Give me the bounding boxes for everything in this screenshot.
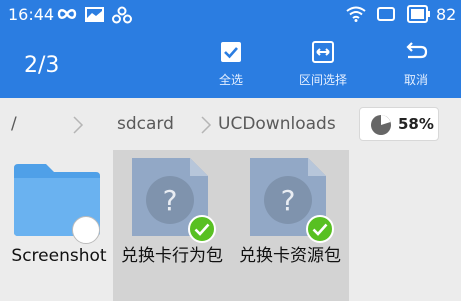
rotate-icon — [377, 7, 395, 21]
status-bar: 16:44 82 — [0, 0, 461, 30]
file-item-selected[interactable]: ? 兑换卡资源包 — [231, 150, 349, 301]
file-name: 兑换卡资源包 — [239, 246, 341, 266]
selection-count: 2/3 — [24, 53, 60, 78]
breadcrumb-root[interactable]: / — [11, 114, 17, 134]
battery-icon — [407, 5, 430, 23]
file-grid: Screenshot ? 兑换卡行为包 ? 兑换卡资源包 — [0, 150, 461, 301]
wifi-icon — [346, 6, 366, 22]
breadcrumb: / sdcard UCDownloads 58% — [0, 98, 461, 150]
select-all-icon — [221, 42, 241, 62]
storage-usage-button[interactable]: 58% — [359, 107, 439, 141]
checked-icon[interactable] — [306, 215, 334, 243]
network-icon — [112, 6, 132, 24]
range-select-button[interactable]: 区间选择 — [283, 38, 363, 92]
cancel-button[interactable]: 取消 — [376, 38, 456, 92]
checked-icon[interactable] — [188, 215, 216, 243]
mail-icon — [85, 7, 104, 22]
status-time: 16:44 — [8, 5, 55, 24]
breadcrumb-ucdownloads[interactable]: UCDownloads — [218, 114, 336, 134]
chevron-right-icon — [73, 116, 84, 134]
breadcrumb-sdcard[interactable]: sdcard — [117, 114, 174, 134]
svg-text:?: ? — [281, 184, 296, 217]
storage-percent: 58% — [398, 115, 434, 133]
chevron-right-icon — [201, 116, 212, 134]
range-select-icon — [312, 41, 334, 63]
file-name: 兑换卡行为包 — [121, 246, 223, 266]
svg-text:?: ? — [163, 184, 178, 217]
cancel-label: 取消 — [403, 73, 428, 87]
battery-level: 82 — [436, 5, 457, 24]
file-item-folder[interactable]: Screenshot — [0, 150, 118, 301]
range-select-label: 区间选择 — [298, 73, 347, 87]
file-item-selected[interactable]: ? 兑换卡行为包 — [113, 150, 231, 301]
pie-chart-icon — [371, 115, 391, 135]
file-name: Screenshot — [11, 246, 107, 266]
infinity-icon — [57, 9, 77, 19]
cancel-return-icon — [406, 42, 428, 59]
select-checkbox[interactable] — [72, 216, 100, 244]
select-all-label: 全选 — [218, 73, 243, 87]
select-all-button[interactable]: 全选 — [191, 38, 271, 92]
top-action-bar: 16:44 82 2/3 全选 区间选择 取消 — [0, 0, 461, 98]
